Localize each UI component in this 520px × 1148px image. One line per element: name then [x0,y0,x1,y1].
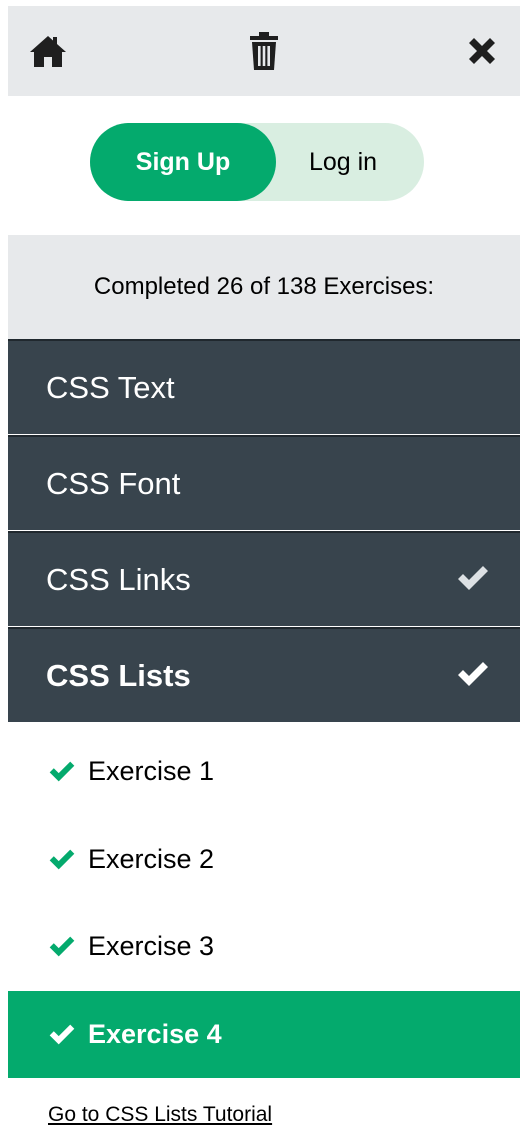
login-button[interactable]: Log in [276,123,424,201]
check-icon [48,1023,88,1046]
section-item[interactable]: CSS Text [8,339,520,434]
check-icon [48,848,88,871]
section-item[interactable]: CSS Lists [8,627,520,722]
exercise-label: Exercise 4 [88,1019,222,1049]
section-item[interactable]: CSS Links [8,531,520,626]
check-icon [48,760,88,783]
home-icon[interactable] [26,29,70,73]
trash-icon[interactable] [242,29,286,73]
section-label: CSS Text [46,369,175,405]
progress-status: Completed 26 of 138 Exercises: [8,235,520,339]
section-item[interactable]: CSS Font [8,435,520,530]
exercise-item[interactable]: Exercise 3 [8,903,520,990]
section-label: CSS Font [46,465,181,501]
exercise-label: Exercise 1 [88,756,215,786]
exercise-item[interactable]: Exercise 4 [8,991,520,1078]
exercise-label: Exercise 3 [88,931,215,961]
check-icon [456,564,490,594]
auth-toggle: Sign Up Log in [90,123,424,201]
exercise-label: Exercise 2 [88,844,215,874]
check-icon [48,935,88,958]
close-icon[interactable] [460,29,504,73]
exercise-item[interactable]: Exercise 1 [8,728,520,815]
exercise-item[interactable]: Exercise 2 [8,816,520,903]
check-icon [456,660,490,690]
section-label: CSS Lists [46,657,191,693]
signup-button[interactable]: Sign Up [90,123,276,201]
exercise-panel: Sign Up Log in Completed 26 of 138 Exerc… [8,0,520,1148]
tutorial-link[interactable]: Go to CSS Lists Tutorial [48,1103,272,1127]
panel-toolbar [8,6,520,96]
section-label: CSS Links [46,561,191,597]
